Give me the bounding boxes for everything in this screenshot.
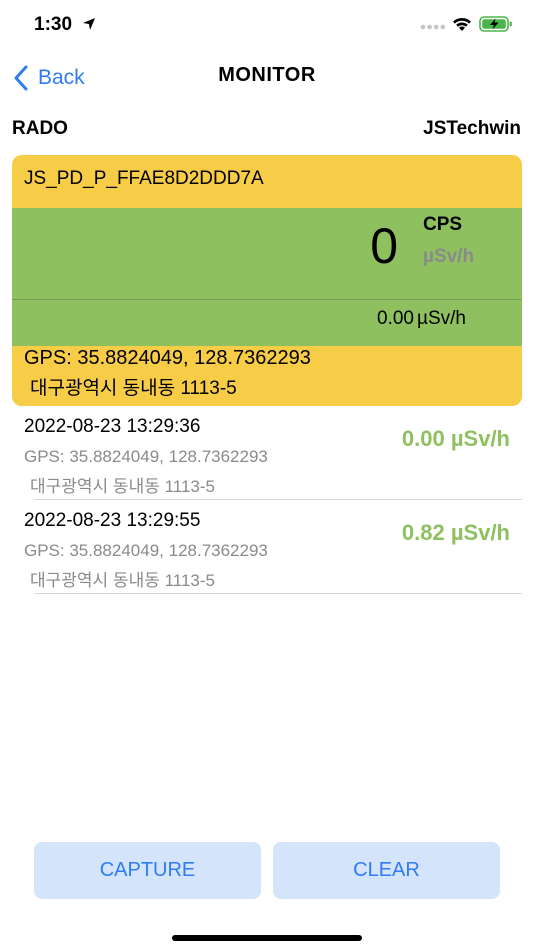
row-gps: GPS: 35.8824049, 128.7362293 <box>24 541 268 560</box>
gps-coordinates: GPS: 35.8824049, 128.7362293 <box>24 347 311 369</box>
list-item[interactable]: 2022-08-23 13:29:55 GPS: 35.8824049, 128… <box>0 510 534 605</box>
reading-divider <box>12 299 522 300</box>
row-timestamp: 2022-08-23 13:29:55 <box>24 510 201 531</box>
dose-unit: µSv/h <box>417 308 466 329</box>
capture-button[interactable]: CAPTURE <box>34 842 261 899</box>
home-indicator <box>172 935 362 941</box>
wifi-icon <box>453 17 471 31</box>
list-divider <box>34 593 522 594</box>
count-unit: CPS <box>423 214 463 235</box>
reading-panel: 0 CPS µSv/h 0.00 µSv/h <box>12 208 522 346</box>
row-dose: 0.00 µSv/h <box>401 426 510 451</box>
brand-left-label: RADO <box>12 118 68 139</box>
row-gps: GPS: 35.8824049, 128.7362293 <box>24 447 268 466</box>
list-divider <box>34 499 522 500</box>
page-title: MONITOR <box>218 64 316 86</box>
row-address: 대구광역시 동내동 1113-5 <box>30 571 215 590</box>
status-time: 1:30 <box>34 14 73 35</box>
clear-button[interactable]: CLEAR <box>273 842 500 899</box>
dose-value: 0.00 <box>377 308 414 329</box>
card-header: JS_PD_P_FFAE8D2DDD7A <box>12 155 522 208</box>
location-arrow-icon <box>83 18 95 30</box>
address: 대구광역시 동내동 1113-5 <box>30 378 237 399</box>
rate-unit: µSv/h <box>423 246 475 267</box>
list-item[interactable]: 2022-08-23 13:29:36 GPS: 35.8824049, 128… <box>0 416 534 511</box>
monitor-card: JS_PD_P_FFAE8D2DDD7A 0 CPS µSv/h 0.00 µS… <box>12 155 522 406</box>
battery-charging-icon <box>479 16 512 32</box>
row-dose: 0.82 µSv/h <box>401 520 510 545</box>
signal-dots-icon <box>420 24 446 30</box>
count-value: 0 <box>370 218 398 274</box>
row-address: 대구광역시 동내동 1113-5 <box>30 477 215 496</box>
row-timestamp: 2022-08-23 13:29:36 <box>24 416 201 437</box>
device-id: JS_PD_P_FFAE8D2DDD7A <box>24 168 264 189</box>
brand-right-label: JSTechwin <box>423 118 521 139</box>
